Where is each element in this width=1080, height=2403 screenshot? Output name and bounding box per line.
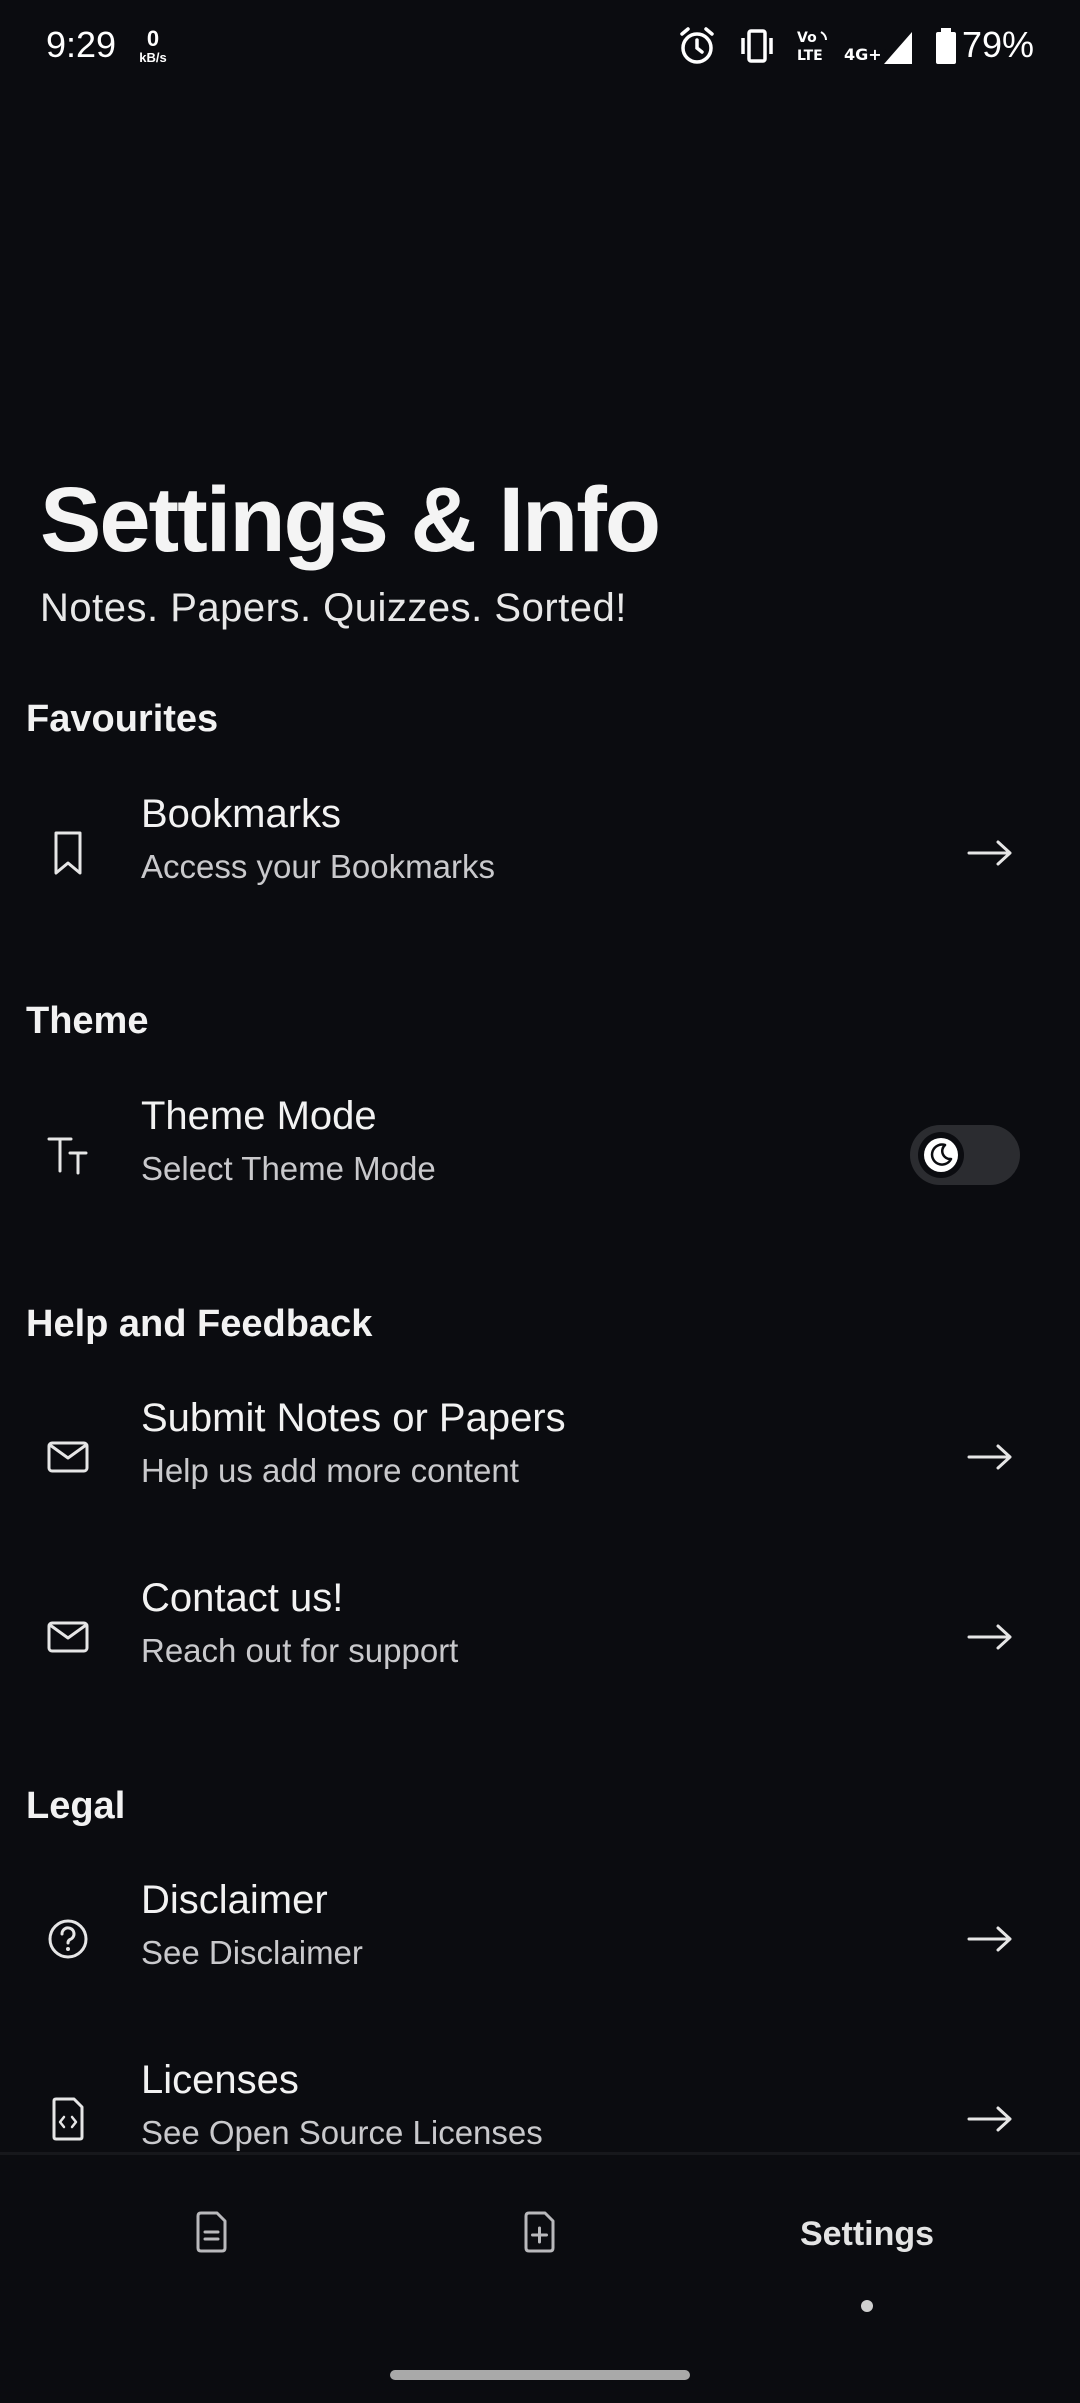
home-gesture-bar[interactable] [390,2370,690,2380]
licenses-subtitle: See Open Source Licenses [141,2114,543,2151]
submit-notes-subtitle: Help us add more content [141,1452,519,1489]
add-file-icon [522,2211,558,2258]
svg-text:R: R [879,47,888,61]
network-speed: 0 kB/s [136,26,170,65]
disclaimer-item[interactable]: Disclaimer See Disclaimer [0,1864,1080,2014]
arrow-right-icon [966,1442,1014,1472]
network-speed-unit: kB/s [139,50,167,65]
volte-icon: Vo LTE [795,26,835,71]
bookmark-icon [44,829,92,877]
signal-4g-icon: 4G+ R [844,26,914,71]
svg-text:Vo: Vo [797,30,817,46]
section-header-help: Help and Feedback [26,1303,373,1345]
arrow-right-icon [966,1924,1014,1954]
page-title: Settings & Info [40,469,661,571]
bookmarks-title: Bookmarks [141,792,342,836]
svg-text:LTE: LTE [797,48,823,64]
network-speed-value: 0 [146,26,160,51]
arrow-right-icon [966,1622,1014,1652]
theme-mode-toggle[interactable] [910,1125,1020,1185]
svg-text:4G+: 4G+ [844,45,882,64]
theme-mode-item[interactable]: Theme Mode Select Theme Mode [0,1080,1080,1230]
arrow-right-icon [966,838,1014,868]
battery-percent: 79% [962,24,1035,65]
disclaimer-title: Disclaimer [141,1878,328,1922]
tab-notes[interactable] [160,2199,264,2269]
mail-icon [44,1433,92,1481]
help-circle-icon [44,1915,92,1963]
section-header-legal: Legal [26,1785,126,1827]
contact-us-item[interactable]: Contact us! Reach out for support [0,1562,1080,1712]
vibrate-icon [738,26,776,71]
code-file-icon [44,2095,92,2143]
tab-settings-label: Settings [799,2214,935,2253]
active-tab-indicator [861,2300,873,2312]
status-time: 9:29 [46,24,117,65]
bookmarks-item[interactable]: Bookmarks Access your Bookmarks [0,778,1080,928]
battery-icon [934,26,958,71]
tab-settings[interactable]: Settings [766,2199,968,2269]
moon-icon [918,1132,964,1178]
page-subtitle: Notes. Papers. Quizzes. Sorted! [40,586,627,630]
contact-us-subtitle: Reach out for support [141,1632,459,1669]
bookmarks-subtitle: Access your Bookmarks [141,848,495,885]
section-header-favourites: Favourites [26,698,219,740]
notes-file-icon [194,2211,230,2258]
arrow-right-icon [966,2104,1014,2134]
text-size-icon [44,1131,92,1179]
mail-icon [44,1613,92,1661]
theme-mode-title: Theme Mode [141,1094,377,1138]
disclaimer-subtitle: See Disclaimer [141,1934,363,1971]
bottom-navigation: Settings [0,2152,1080,2403]
tab-add[interactable] [488,2199,592,2269]
status-bar: 9:29 0 kB/s Vo LTE 4G+ R 79% [0,0,1080,96]
alarm-icon [678,26,716,71]
theme-mode-subtitle: Select Theme Mode [141,1150,436,1187]
licenses-title: Licenses [141,2058,299,2102]
submit-notes-title: Submit Notes or Papers [141,1396,566,1440]
submit-notes-item[interactable]: Submit Notes or Papers Help us add more … [0,1382,1080,1532]
contact-us-title: Contact us! [141,1576,344,1620]
section-header-theme: Theme [26,1000,149,1042]
